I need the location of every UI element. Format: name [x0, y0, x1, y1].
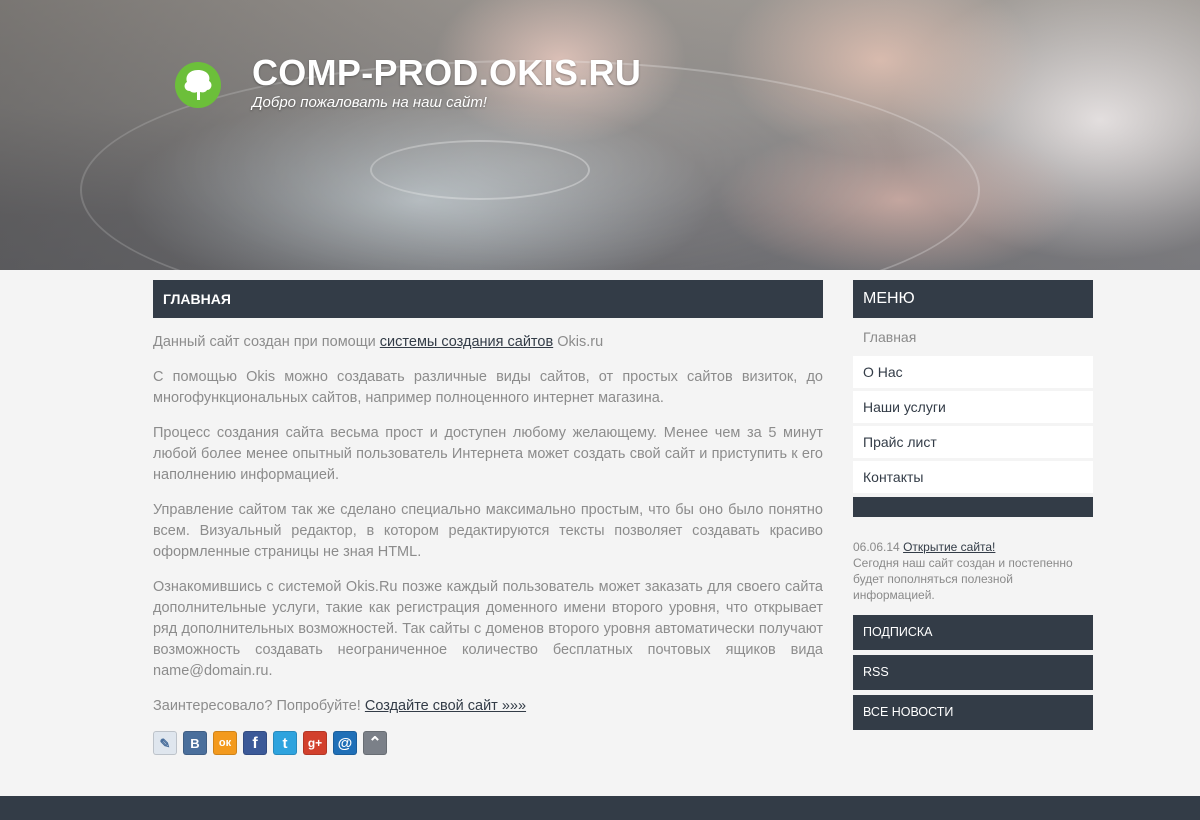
paragraph: Управление сайтом так же сделано специал… [153, 502, 823, 560]
subscribe-button[interactable]: ПОДПИСКА [853, 615, 1093, 650]
sidebar-item-services[interactable]: Наши услуги [853, 391, 1093, 423]
livejournal-icon[interactable]: ✎ [153, 731, 177, 755]
news-date: 06.06.14 [853, 540, 900, 554]
sidebar-item-contacts[interactable]: Контакты [853, 461, 1093, 493]
share-buttons: ✎ B ок f t g+ @ ⌃ [153, 731, 823, 755]
sidebar-item-pricelist[interactable]: Прайс лист [853, 426, 1093, 458]
all-news-button[interactable]: ВСЕ НОВОСТИ [853, 695, 1093, 730]
scroll-up-icon[interactable]: ⌃ [363, 731, 387, 755]
paragraph-intro: Данный сайт создан при помощи системы со… [153, 334, 604, 350]
facebook-icon[interactable]: f [243, 731, 267, 755]
sidebar-item-home[interactable]: Главная [853, 321, 1093, 353]
paragraph: С помощью Okis можно создавать различные… [153, 369, 823, 406]
paragraph-cta: Заинтересовало? Попробуйте! Создайте сво… [153, 698, 527, 714]
sidebar: МЕНЮ Главная О Нас Наши услуги Прайс лис… [853, 280, 1093, 730]
page-title: ГЛАВНАЯ [153, 280, 823, 318]
news-text: Сегодня наш сайт создан и постепенно буд… [853, 556, 1073, 602]
paragraph: Процесс создания сайта весьма прост и до… [153, 425, 823, 483]
odnoklassniki-icon[interactable]: ок [213, 731, 237, 755]
create-site-link[interactable]: Создайте свой сайт »»» [365, 698, 526, 714]
rss-button[interactable]: RSS [853, 655, 1093, 690]
tree-logo-icon[interactable] [175, 62, 221, 108]
site-title[interactable]: COMP-PROD.OKIS.RU [252, 52, 641, 94]
article-body: Данный сайт создан при помощи системы со… [153, 318, 823, 755]
main-content: ГЛАВНАЯ Данный сайт создан при помощи си… [153, 280, 823, 755]
site-slogan: Добро пожаловать на наш сайт! [252, 94, 487, 111]
footer-bar [0, 796, 1200, 820]
sidebar-item-about[interactable]: О Нас [853, 356, 1093, 388]
news-item: 06.06.14 Открытие сайта! Сегодня наш сай… [853, 539, 1093, 603]
paragraph: Ознакомившись с системой Okis.Ru позже к… [153, 579, 823, 679]
header-banner [0, 0, 1200, 270]
site-builder-link[interactable]: системы создания сайтов [380, 334, 553, 350]
mailru-icon[interactable]: @ [333, 731, 357, 755]
twitter-icon[interactable]: t [273, 731, 297, 755]
googleplus-icon[interactable]: g+ [303, 731, 327, 755]
vkontakte-icon[interactable]: B [183, 731, 207, 755]
news-title-link[interactable]: Открытие сайта! [903, 540, 995, 554]
menu-title: МЕНЮ [853, 280, 1093, 318]
menu-footer-bar [853, 497, 1093, 517]
